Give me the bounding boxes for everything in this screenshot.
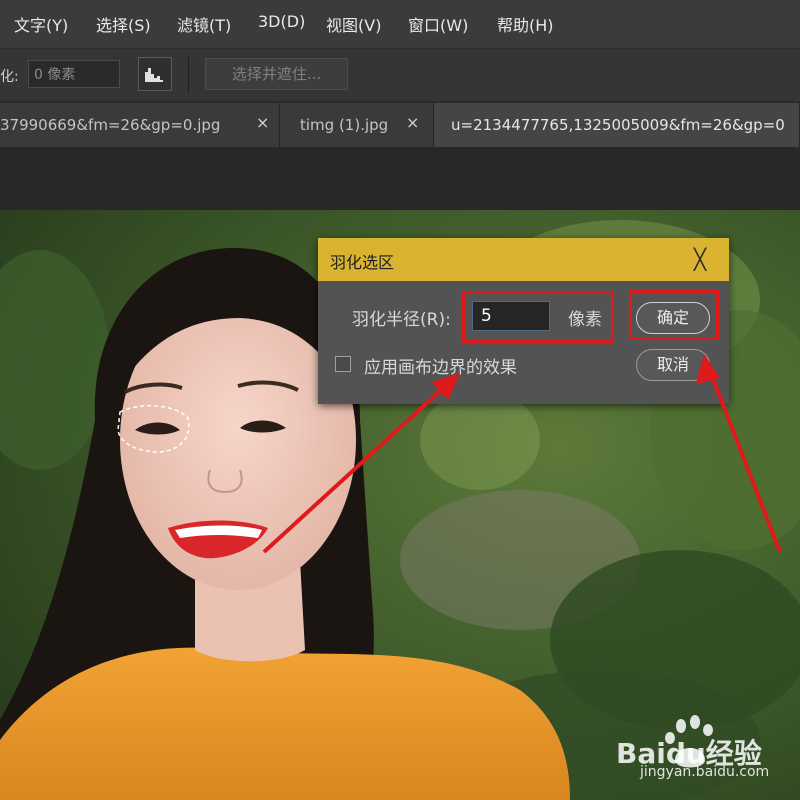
apply-canvas-bounds-checkbox[interactable] bbox=[335, 356, 351, 372]
menu-3d[interactable]: 3D(D) bbox=[258, 12, 305, 31]
tab-label: 37990669&fm=26&gp=0.jpg bbox=[0, 116, 221, 134]
menu-filter[interactable]: 滤镜(T) bbox=[177, 12, 231, 36]
checkbox-label: 应用画布边界的效果 bbox=[364, 358, 517, 378]
menu-bar: 文字(Y) 选择(S) 滤镜(T) 3D(D) 视图(V) 窗口(W) 帮助(H… bbox=[0, 0, 800, 48]
watermark-url: jingyan.baidu.com bbox=[640, 764, 770, 780]
dialog-title: 羽化选区 bbox=[330, 253, 395, 272]
close-icon[interactable]: ╳ bbox=[694, 247, 706, 271]
tab-label: timg (1).jpg bbox=[300, 116, 389, 134]
feather-label: 化: bbox=[0, 69, 19, 85]
options-bar: 化: 0 像素 选择并遮住... bbox=[0, 48, 800, 102]
menu-view[interactable]: 视图(V) bbox=[326, 12, 381, 36]
menu-help[interactable]: 帮助(H) bbox=[497, 12, 554, 36]
annotation-highlight-ok bbox=[629, 290, 719, 340]
select-and-mask-button[interactable]: 选择并遮住... bbox=[205, 58, 348, 90]
tab-document-1[interactable]: 37990669&fm=26&gp=0.jpg × bbox=[0, 103, 280, 147]
toolbar-divider bbox=[188, 57, 189, 93]
feather-input[interactable]: 0 像素 bbox=[28, 60, 120, 88]
canvas-background bbox=[0, 147, 800, 210]
close-icon[interactable]: × bbox=[256, 113, 269, 132]
close-icon[interactable]: × bbox=[406, 113, 419, 132]
tab-document-2[interactable]: timg (1).jpg × bbox=[280, 103, 434, 147]
dialog-title-bar[interactable]: 羽化选区 ╳ bbox=[318, 238, 729, 281]
menu-window[interactable]: 窗口(W) bbox=[408, 12, 468, 36]
annotation-highlight-radius bbox=[462, 291, 614, 343]
tab-label: u=2134477765,1325005009&fm=26&gp=0 bbox=[451, 116, 785, 134]
cancel-button[interactable]: 取消 bbox=[636, 349, 710, 381]
document-tab-bar: 37990669&fm=26&gp=0.jpg × timg (1).jpg ×… bbox=[0, 103, 800, 147]
menu-select[interactable]: 选择(S) bbox=[96, 12, 151, 36]
feather-radius-label: 羽化半径(R): bbox=[352, 310, 451, 330]
menu-text[interactable]: 文字(Y) bbox=[14, 12, 68, 36]
histogram-icon bbox=[145, 68, 163, 82]
anti-alias-button[interactable] bbox=[138, 57, 172, 91]
tab-document-3[interactable]: u=2134477765,1325005009&fm=26&gp=0 bbox=[434, 103, 800, 147]
